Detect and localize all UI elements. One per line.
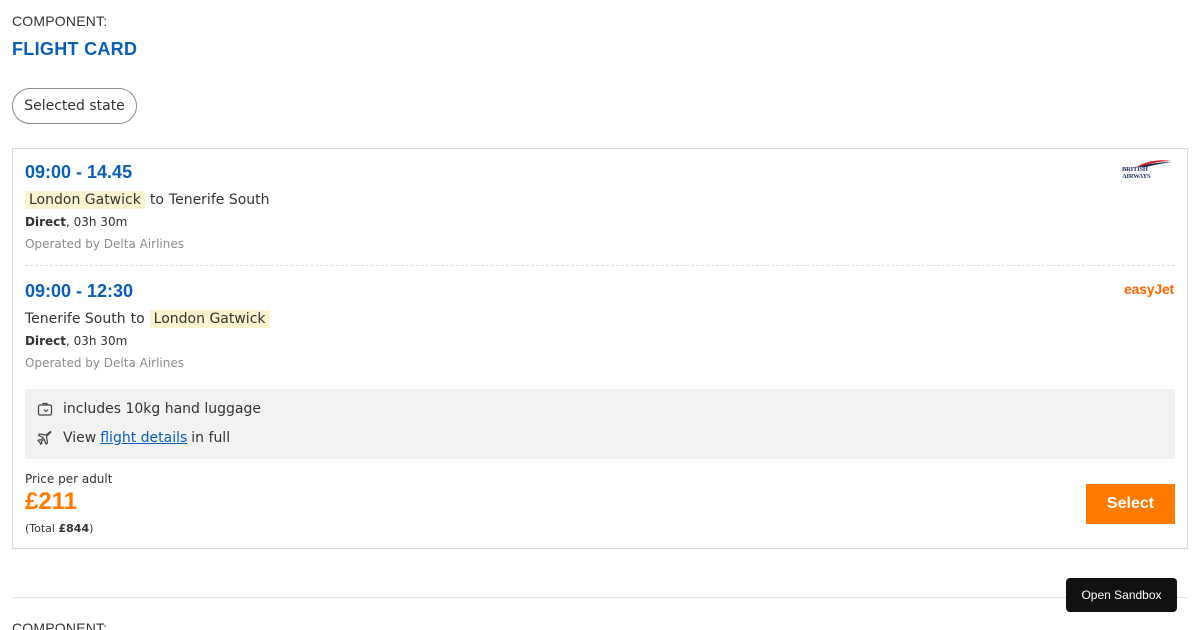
outbound-leg: 09:00 - 14.45 London Gatwick to Tenerife… [25, 160, 1175, 252]
leg-time: 09:00 - 14.45 [25, 162, 133, 182]
route-connector: to [149, 192, 164, 208]
total-prefix: (Total [25, 522, 59, 535]
leg-duration: Direct, 03h 30m [25, 214, 1175, 230]
operated-by: Operated by Delta Airlines [25, 237, 184, 251]
plane-icon [37, 430, 53, 446]
flight-card: 09:00 - 14.45 London Gatwick to Tenerife… [12, 148, 1188, 549]
flight-info-panel: includes 10kg hand luggage View flight d… [25, 389, 1175, 459]
component-title: FLIGHT CARD [12, 39, 138, 59]
origin-airport-highlight: London Gatwick [25, 191, 145, 209]
stops-label: Direct [25, 334, 66, 348]
ba-logo-line-2: AIRWAYS [1122, 173, 1151, 180]
price-total: (Total £844) [25, 522, 93, 535]
details-prefix: View [63, 430, 97, 446]
flight-details-link[interactable]: flight details [100, 430, 187, 446]
open-sandbox-button[interactable]: Open Sandbox [1066, 578, 1177, 612]
destination-airport-highlight: London Gatwick [149, 310, 270, 328]
route-connector: to [130, 311, 145, 327]
leg-route: Tenerife South to London Gatwick [25, 308, 1175, 330]
select-button[interactable]: Select [1086, 484, 1175, 524]
flight-details-row: View flight details in full [37, 428, 230, 448]
luggage-text: includes 10kg hand luggage [63, 401, 262, 417]
ba-logo-line-1: BRITISH [1122, 166, 1148, 173]
section-divider [12, 597, 1188, 598]
duration-value: , 03h 30m [65, 215, 128, 229]
leg-time: 09:00 - 12:30 [25, 281, 134, 301]
component-label: COMPONENT: [12, 13, 108, 29]
total-suffix: ) [89, 522, 94, 535]
duration-value: , 03h 30m [65, 334, 128, 348]
leg-divider [25, 265, 1175, 266]
british-airways-logo: BRITISH AIRWAYS [1122, 160, 1174, 182]
state-selector-pill[interactable]: Selected state [12, 88, 137, 124]
luggage-icon [37, 401, 53, 417]
luggage-row: includes 10kg hand luggage [37, 399, 261, 419]
return-leg: 09:00 - 12:30 Tenerife South to London G… [25, 279, 1175, 371]
price-amount: £211 [25, 488, 78, 515]
total-amount: £844 [58, 522, 90, 535]
destination-airport: Tenerife South [168, 192, 270, 208]
details-suffix: in full [191, 430, 231, 446]
operated-by: Operated by Delta Airlines [25, 356, 184, 370]
next-component-label: COMPONENT: [12, 620, 108, 630]
stops-label: Direct [25, 215, 66, 229]
leg-route: London Gatwick to Tenerife South [25, 189, 1175, 211]
easyjet-logo: easyJet [1124, 281, 1174, 297]
price-label: Price per adult [25, 472, 113, 486]
origin-airport: Tenerife South [25, 311, 126, 327]
leg-duration: Direct, 03h 30m [25, 333, 1175, 349]
